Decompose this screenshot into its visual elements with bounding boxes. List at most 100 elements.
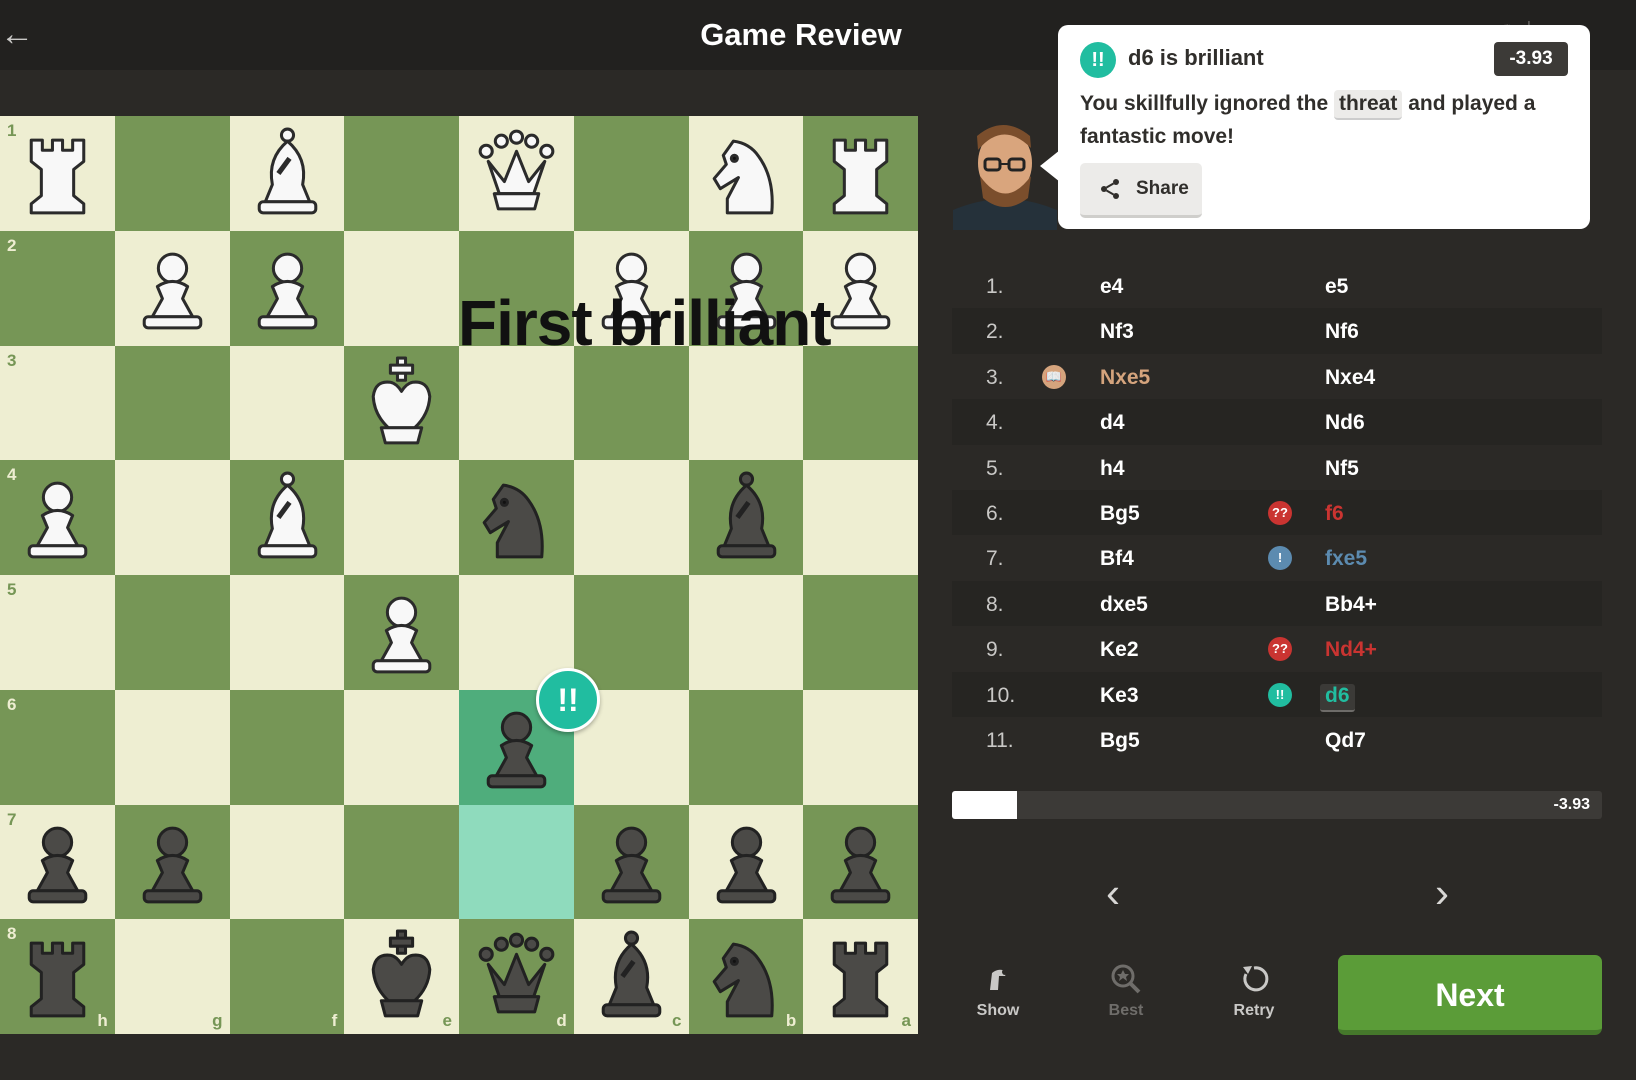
square-d8[interactable]: d bbox=[459, 919, 574, 1034]
square-e7[interactable] bbox=[344, 804, 459, 920]
chevron-left-icon[interactable]: ‹ bbox=[1088, 868, 1138, 918]
white-rook-icon[interactable] bbox=[7, 123, 108, 224]
square-a8[interactable]: a bbox=[803, 919, 918, 1034]
square-e3[interactable] bbox=[344, 345, 459, 461]
square-b5[interactable] bbox=[688, 575, 804, 690]
black-move[interactable]: f6 bbox=[1325, 502, 1344, 526]
square-a4[interactable] bbox=[803, 460, 918, 575]
black-move[interactable]: Nd6 bbox=[1325, 411, 1365, 435]
square-g7[interactable] bbox=[114, 804, 230, 920]
black-bishop-icon[interactable] bbox=[696, 467, 797, 568]
black-pawn-icon[interactable] bbox=[810, 812, 911, 913]
square-c4[interactable] bbox=[573, 460, 689, 575]
white-move[interactable]: Bf4 bbox=[1100, 547, 1134, 571]
square-h7[interactable]: 7 bbox=[0, 804, 115, 920]
square-h8[interactable]: 8h bbox=[0, 919, 115, 1034]
square-b4[interactable] bbox=[688, 460, 804, 575]
retry-button[interactable]: Retry bbox=[1206, 962, 1302, 1032]
square-g8[interactable]: g bbox=[114, 919, 230, 1034]
white-bishop-icon[interactable] bbox=[237, 467, 338, 568]
square-g4[interactable] bbox=[114, 460, 230, 575]
square-c7[interactable] bbox=[573, 804, 689, 920]
chess-board[interactable]: 1 2 3 4 5 6 78h g fedcba bbox=[0, 116, 918, 1034]
square-d7[interactable] bbox=[459, 804, 574, 920]
white-move[interactable]: h4 bbox=[1100, 457, 1125, 481]
square-f3[interactable] bbox=[229, 345, 345, 461]
black-king-icon[interactable] bbox=[351, 926, 452, 1027]
black-bishop-icon[interactable] bbox=[581, 926, 682, 1027]
white-move[interactable]: Ke3 bbox=[1100, 684, 1139, 708]
white-pawn-icon[interactable] bbox=[237, 238, 338, 339]
white-knight-icon[interactable] bbox=[696, 123, 797, 224]
white-move[interactable]: d4 bbox=[1100, 411, 1125, 435]
black-move[interactable]: Bb4+ bbox=[1325, 593, 1377, 617]
show-button[interactable]: Show bbox=[950, 962, 1046, 1032]
next-button[interactable]: Next bbox=[1338, 955, 1602, 1035]
square-a1[interactable] bbox=[803, 116, 918, 231]
square-h1[interactable]: 1 bbox=[0, 116, 115, 231]
black-move[interactable]: fxe5 bbox=[1325, 547, 1367, 571]
square-g3[interactable] bbox=[114, 345, 230, 461]
black-pawn-icon[interactable] bbox=[122, 812, 223, 913]
black-rook-icon[interactable] bbox=[810, 926, 911, 1027]
move-list[interactable]: 1. e4 e5 2. Nf3 Nf6 3. 📖 Nxe5 Nxe4 4. d4 Nd6 5. h4 Nf5 6… bbox=[952, 263, 1602, 767]
black-pawn-icon[interactable] bbox=[696, 812, 797, 913]
black-queen-icon[interactable] bbox=[466, 926, 567, 1027]
square-e6[interactable] bbox=[344, 689, 459, 805]
square-h3[interactable]: 3 bbox=[0, 345, 115, 461]
black-move[interactable]: Qd7 bbox=[1325, 729, 1366, 753]
black-rook-icon[interactable] bbox=[7, 926, 108, 1027]
chevron-right-icon[interactable]: › bbox=[1417, 868, 1467, 918]
square-a6[interactable] bbox=[803, 689, 918, 805]
square-f7[interactable] bbox=[229, 804, 345, 920]
square-e4[interactable] bbox=[344, 460, 459, 575]
square-b6[interactable] bbox=[688, 689, 804, 805]
square-d1[interactable] bbox=[459, 116, 574, 231]
square-f1[interactable] bbox=[229, 116, 345, 231]
black-move[interactable]: e5 bbox=[1325, 275, 1348, 299]
white-move[interactable]: Nf3 bbox=[1100, 320, 1134, 344]
square-a5[interactable] bbox=[803, 575, 918, 690]
black-move[interactable]: Nd4+ bbox=[1325, 638, 1377, 662]
white-move[interactable]: Bg5 bbox=[1100, 729, 1140, 753]
white-pawn-icon[interactable] bbox=[351, 582, 452, 683]
square-c1[interactable] bbox=[573, 116, 689, 231]
square-f8[interactable]: f bbox=[229, 919, 345, 1034]
white-pawn-icon[interactable] bbox=[122, 238, 223, 339]
black-pawn-icon[interactable] bbox=[581, 812, 682, 913]
white-move[interactable]: dxe5 bbox=[1100, 593, 1148, 617]
black-move[interactable]: Nf5 bbox=[1325, 457, 1359, 481]
square-b8[interactable]: b bbox=[688, 919, 804, 1034]
square-f2[interactable] bbox=[229, 230, 345, 346]
white-bishop-icon[interactable] bbox=[237, 123, 338, 224]
square-b1[interactable] bbox=[688, 116, 804, 231]
black-pawn-icon[interactable] bbox=[7, 812, 108, 913]
white-pawn-icon[interactable] bbox=[7, 467, 108, 568]
black-move[interactable]: d6 bbox=[1320, 683, 1355, 712]
black-move[interactable]: Nxe4 bbox=[1325, 366, 1375, 390]
white-move[interactable]: Ke2 bbox=[1100, 638, 1139, 662]
square-f5[interactable] bbox=[229, 575, 345, 690]
square-f6[interactable] bbox=[229, 689, 345, 805]
black-knight-icon[interactable] bbox=[696, 926, 797, 1027]
square-e1[interactable] bbox=[344, 116, 459, 231]
square-e8[interactable]: e bbox=[344, 919, 459, 1034]
square-h4[interactable]: 4 bbox=[0, 460, 115, 575]
best-button[interactable]: Best bbox=[1078, 962, 1174, 1032]
square-g5[interactable] bbox=[114, 575, 230, 690]
white-move[interactable]: Bg5 bbox=[1100, 502, 1140, 526]
square-c8[interactable]: c bbox=[573, 919, 689, 1034]
square-f4[interactable] bbox=[229, 460, 345, 575]
square-e2[interactable] bbox=[344, 230, 459, 346]
share-button[interactable]: Share bbox=[1080, 163, 1202, 218]
white-queen-icon[interactable] bbox=[466, 123, 567, 224]
black-knight-icon[interactable] bbox=[466, 467, 567, 568]
square-g1[interactable] bbox=[114, 116, 230, 231]
square-g6[interactable] bbox=[114, 689, 230, 805]
square-h5[interactable]: 5 bbox=[0, 575, 115, 690]
black-move[interactable]: Nf6 bbox=[1325, 320, 1359, 344]
white-move[interactable]: e4 bbox=[1100, 275, 1123, 299]
square-c5[interactable] bbox=[573, 575, 689, 690]
threat-chip[interactable]: threat bbox=[1333, 90, 1403, 120]
square-h2[interactable]: 2 bbox=[0, 230, 115, 346]
